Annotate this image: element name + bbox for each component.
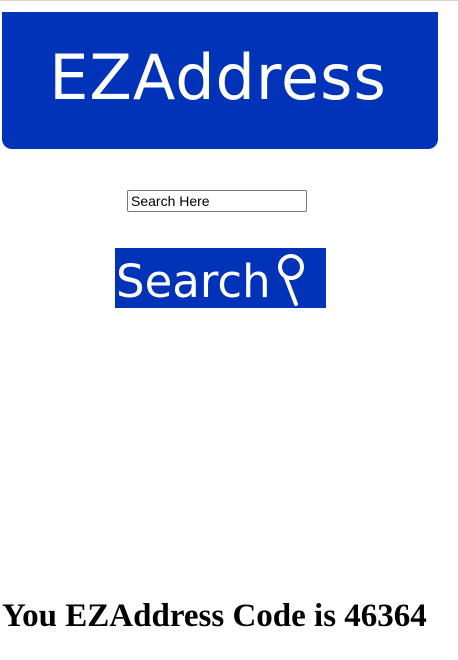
- search-button-label: Search: [116, 254, 271, 308]
- search-button[interactable]: Search: [115, 248, 326, 308]
- result-code-text: You EZAddress Code is 46364: [2, 598, 427, 634]
- top-divider: [0, 0, 458, 1]
- search-input[interactable]: [127, 190, 307, 212]
- logo-banner: EZAddress: [2, 12, 438, 149]
- magnifier-icon: [277, 254, 304, 306]
- logo-text: EZAddress: [49, 40, 387, 114]
